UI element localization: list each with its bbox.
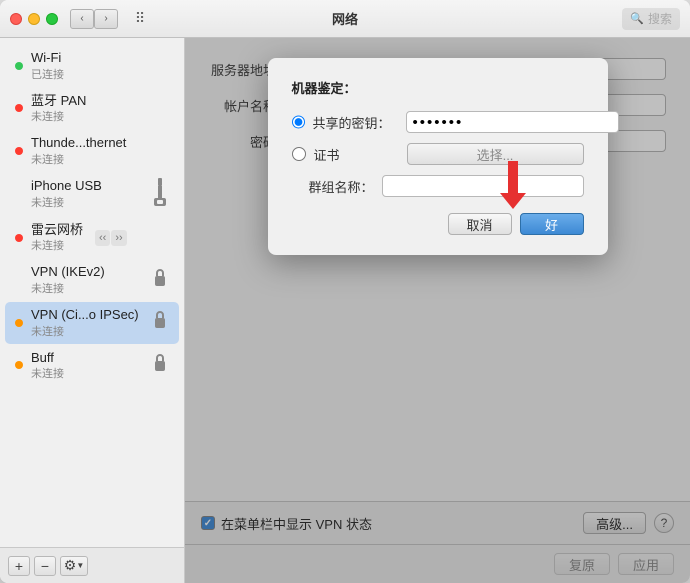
lock-icon-buff [151, 352, 169, 379]
lock-icon-ikev2 [151, 267, 169, 294]
shared-key-radio[interactable] [292, 115, 305, 129]
cert-select-button[interactable]: 选择... [407, 143, 584, 165]
vpn-ipsec-name: VPN (Ci...o IPSec) [31, 307, 139, 323]
leiyun-status: 未连接 [31, 237, 83, 253]
modal-overlay: 机器鉴定： 共享的密钥： 证书 选择... [185, 38, 690, 583]
leiyun-name: 雷云网桥 [31, 222, 83, 238]
content-area: Wi-Fi 已连接 蓝牙 PAN 未连接 Thunde... [0, 38, 690, 583]
sidebar-item-iphone-usb[interactable]: iPhone USB 未连接 [5, 173, 179, 216]
main-panel-wrapper: 服务器地址： 帐户名称： 密码： 鉴定设置... 连接 [185, 38, 690, 583]
sidebar-item-buff[interactable]: Buff 未连接 [5, 345, 179, 387]
sidebar-bottom-bar: + − ⚙▼ [0, 547, 184, 583]
sidebar-item-thunder-text: Thunde...thernet 未连接 [31, 135, 126, 167]
shared-key-row: 共享的密钥： [292, 111, 584, 133]
sidebar: Wi-Fi 已连接 蓝牙 PAN 未连接 Thunde... [0, 38, 185, 583]
sidebar-item-vpn-ikev2[interactable]: VPN (IKEv2) 未连接 [5, 259, 179, 301]
wifi-name: Wi-Fi [31, 50, 64, 66]
group-label: 群组名称： [292, 177, 382, 196]
cert-row: 证书 选择... [292, 143, 584, 165]
status-dot-thunder [15, 147, 23, 155]
titlebar: ‹ › ⠿ 网络 🔍 搜索 [0, 0, 690, 38]
usb-icon [151, 178, 169, 211]
forward-button[interactable]: › [94, 9, 118, 29]
bluetooth-status: 未连接 [31, 108, 86, 124]
remove-network-button[interactable]: − [34, 556, 56, 576]
sidebar-item-buff-text: Buff 未连接 [31, 350, 64, 382]
sidebar-item-leiyun[interactable]: 雷云网桥 未连接 ‹‹ ›› [5, 217, 179, 259]
sidebar-item-thunder[interactable]: Thunde...thernet 未连接 [5, 130, 179, 172]
sidebar-item-bluetooth[interactable]: 蓝牙 PAN 未连接 [5, 88, 179, 130]
traffic-lights [10, 13, 58, 25]
cancel-button[interactable]: 取消 [448, 213, 512, 235]
search-icon: 🔍 [630, 12, 644, 25]
iphone-status: 未连接 [31, 194, 102, 210]
arrow-body [508, 161, 518, 193]
bluetooth-name: 蓝牙 PAN [31, 93, 86, 109]
sidebar-item-leiyun-text: 雷云网桥 未连接 [31, 222, 83, 254]
sidebar-item-vpn-ipsec[interactable]: VPN (Ci...o IPSec) 未连接 [5, 302, 179, 344]
sidebar-item-vpn-ikev2-text: VPN (IKEv2) 未连接 [31, 264, 105, 296]
shared-key-label: 共享的密钥： [313, 113, 398, 132]
left-arrow-icon: ‹‹ [95, 230, 110, 246]
sidebar-list: Wi-Fi 已连接 蓝牙 PAN 未连接 Thunde... [0, 38, 184, 547]
gear-dropdown-icon: ▼ [76, 561, 84, 570]
spacer [15, 190, 23, 198]
back-button[interactable]: ‹ [70, 9, 94, 29]
modal-buttons: 取消 好 [292, 213, 584, 235]
group-name-input[interactable] [382, 175, 584, 197]
status-dot-bluetooth [15, 104, 23, 112]
sidebar-item-wifi[interactable]: Wi-Fi 已连接 [5, 45, 179, 87]
close-button[interactable] [10, 13, 22, 25]
group-name-row: 群组名称： [292, 175, 584, 197]
buff-name: Buff [31, 350, 64, 366]
minimize-button[interactable] [28, 13, 40, 25]
settings-gear-button[interactable]: ⚙▼ [60, 556, 88, 576]
lock-icon-ipsec [151, 309, 169, 336]
thunder-name: Thunde...thernet [31, 135, 126, 151]
search-placeholder: 搜索 [648, 10, 672, 27]
spacer2 [15, 276, 23, 284]
vpn-ipsec-status: 未连接 [31, 323, 139, 339]
modal-title: 机器鉴定： [292, 78, 584, 97]
iphone-name: iPhone USB [31, 178, 102, 194]
wifi-status: 已连接 [31, 66, 64, 82]
arrow-head [500, 193, 526, 209]
red-arrow [500, 161, 526, 209]
search-box[interactable]: 🔍 搜索 [622, 8, 680, 30]
vpn-ikev2-name: VPN (IKEv2) [31, 264, 105, 280]
right-arrow-icon: ›› [111, 230, 126, 246]
sidebar-item-vpn-ipsec-text: VPN (Ci...o IPSec) 未连接 [31, 307, 139, 339]
maximize-button[interactable] [46, 13, 58, 25]
status-dot-vpn-ipsec [15, 319, 23, 327]
cert-label: 证书 [314, 145, 399, 164]
window-title: 网络 [332, 9, 358, 28]
nav-arrows: ‹‹ ›› [95, 230, 127, 246]
cert-radio[interactable] [292, 147, 306, 161]
status-dot-wifi [15, 62, 23, 70]
sidebar-item-wifi-text: Wi-Fi 已连接 [31, 50, 64, 82]
grid-icon[interactable]: ⠿ [126, 9, 154, 29]
shared-key-input[interactable] [406, 111, 619, 133]
gear-icon: ⚙ [64, 557, 77, 574]
buff-status: 未连接 [31, 365, 64, 381]
add-network-button[interactable]: + [8, 556, 30, 576]
thunder-status: 未连接 [31, 151, 126, 167]
ok-button[interactable]: 好 [520, 213, 584, 235]
vpn-ikev2-status: 未连接 [31, 280, 105, 296]
status-dot-leiyun [15, 234, 23, 242]
sidebar-item-iphone-text: iPhone USB 未连接 [31, 178, 102, 210]
status-dot-buff [15, 361, 23, 369]
auth-modal: 机器鉴定： 共享的密钥： 证书 选择... [268, 58, 608, 255]
sidebar-item-bluetooth-text: 蓝牙 PAN 未连接 [31, 93, 86, 125]
main-window: ‹ › ⠿ 网络 🔍 搜索 Wi-Fi 已连接 [0, 0, 690, 583]
